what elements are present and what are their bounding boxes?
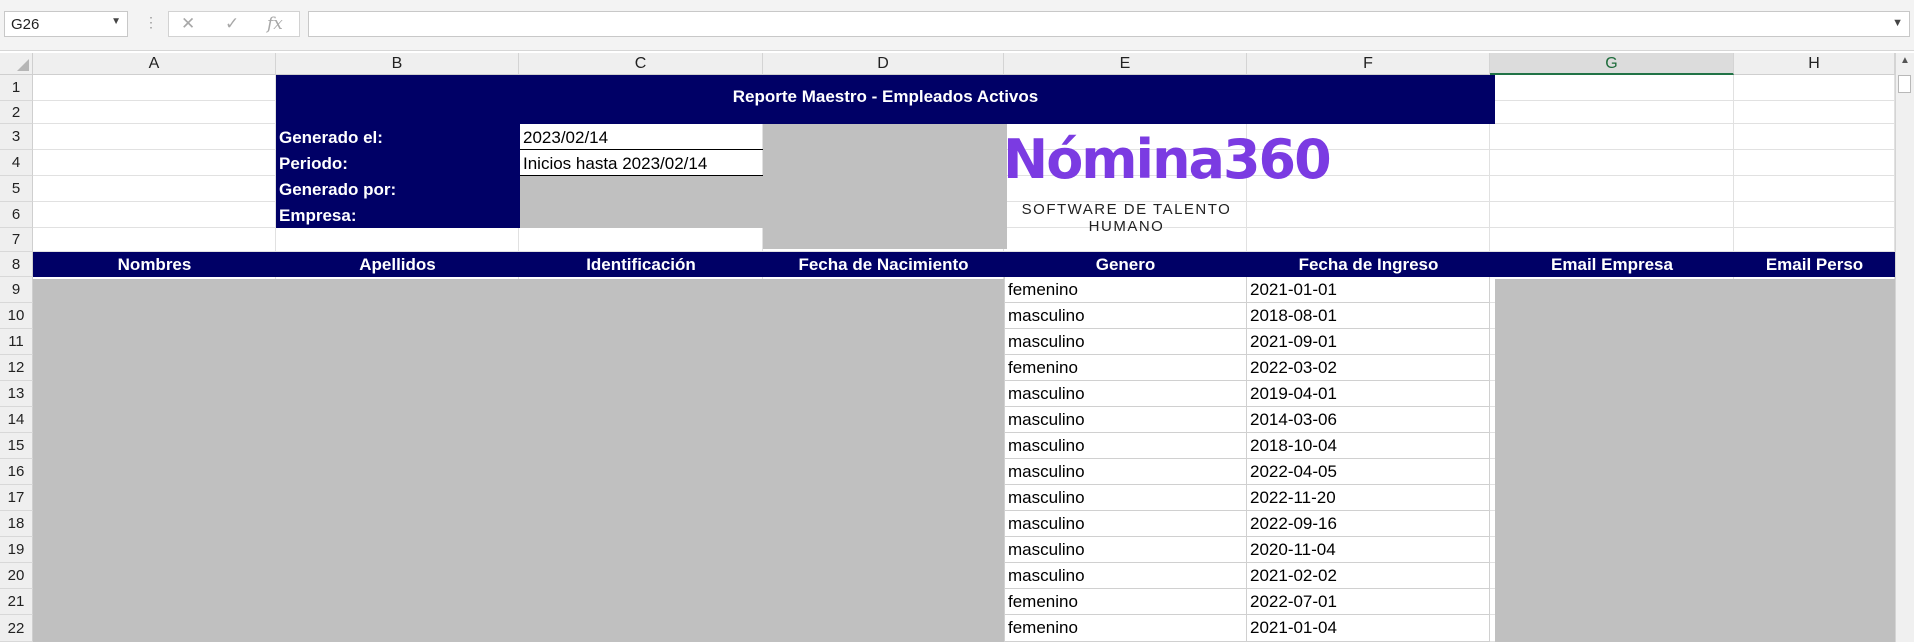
gender-cell[interactable]: femenino (1004, 277, 1247, 303)
hire-date-cell[interactable]: 2021-09-01 (1247, 329, 1490, 355)
column-header-a[interactable]: A (33, 53, 276, 75)
gender-cell[interactable]: masculino (1004, 407, 1247, 433)
hire-date-cell[interactable]: 2021-01-04 (1247, 615, 1490, 642)
hire-date-cell[interactable]: 2021-02-02 (1247, 563, 1490, 589)
table-header[interactable]: Nombres (33, 255, 276, 275)
row-header-6[interactable]: 6 (0, 202, 33, 228)
gender-cell[interactable]: masculino (1004, 381, 1247, 407)
hire-date-cell[interactable]: 2022-07-01 (1247, 589, 1490, 615)
hire-date-cell[interactable]: 2022-09-16 (1247, 511, 1490, 537)
column-header-e[interactable]: E (1004, 53, 1247, 75)
table-header[interactable]: Identificación (519, 255, 763, 275)
table-header[interactable]: Email Empresa (1490, 255, 1734, 275)
logo-wordmark: Nómina360 (1003, 128, 1332, 191)
vertical-scrollbar[interactable]: ▲ (1895, 53, 1914, 642)
row-header-9[interactable]: 9 (0, 277, 33, 303)
more-options-icon[interactable]: ⋮ (144, 14, 158, 31)
gender-cell[interactable]: femenino (1004, 615, 1247, 642)
hire-date-cell[interactable]: 2019-04-01 (1247, 381, 1490, 407)
row-header-18[interactable]: 18 (0, 511, 33, 537)
row-header-16[interactable]: 16 (0, 459, 33, 485)
column-header-c[interactable]: C (519, 53, 763, 75)
row-header-12[interactable]: 12 (0, 355, 33, 381)
row-header-11[interactable]: 11 (0, 329, 33, 355)
row-header-13[interactable]: 13 (0, 381, 33, 407)
redacted-image (763, 124, 1007, 249)
scroll-up-icon[interactable]: ▲ (1900, 55, 1910, 66)
gender-cell[interactable]: masculino (1004, 537, 1247, 563)
table-header[interactable]: Genero (1004, 255, 1247, 275)
row-header-2[interactable]: 2 (0, 101, 33, 124)
row-header-17[interactable]: 17 (0, 485, 33, 511)
row-header-19[interactable]: 19 (0, 537, 33, 563)
generated-on-value: 2023/02/14 (523, 128, 609, 147)
hire-date-cell[interactable]: 2022-03-02 (1247, 355, 1490, 381)
table-header[interactable]: Fecha de Nacimiento (763, 255, 1004, 275)
report-title: Reporte Maestro - Empleados Activos (732, 87, 1039, 106)
formula-input[interactable]: ▼ (308, 11, 1910, 37)
gender-cell[interactable]: masculino (1004, 563, 1247, 589)
company-label: Empresa: (279, 206, 357, 225)
period-label: Periodo: (279, 154, 348, 173)
fx-icon[interactable]: fx (267, 14, 283, 34)
redacted-employee-data (33, 279, 1004, 642)
generated-by-label: Generado por: (279, 180, 397, 199)
gender-cell[interactable]: masculino (1004, 511, 1247, 537)
gender-cell[interactable]: masculino (1004, 459, 1247, 485)
redacted-email-data (1495, 279, 1895, 642)
row-header-22[interactable]: 22 (0, 615, 33, 642)
row-header-20[interactable]: 20 (0, 563, 33, 589)
generated-on-label: Generado el: (279, 128, 383, 147)
logo-tagline: SOFTWARE DE TALENTO HUMANO (1021, 201, 1232, 235)
gender-cell[interactable]: masculino (1004, 485, 1247, 511)
table-header[interactable]: Email Perso (1734, 255, 1895, 275)
check-icon[interactable]: ✓ (225, 14, 239, 34)
row-header-4[interactable]: 4 (0, 150, 33, 176)
select-all-corner[interactable] (0, 53, 33, 75)
column-header-b[interactable]: B (276, 53, 519, 75)
gender-cell[interactable]: masculino (1004, 433, 1247, 459)
row-header-7[interactable]: 7 (0, 228, 33, 252)
hire-date-cell[interactable]: 2022-11-20 (1247, 485, 1490, 511)
row-header-21[interactable]: 21 (0, 589, 33, 615)
row-header-3[interactable]: 3 (0, 124, 33, 150)
hire-date-cell[interactable]: 2018-08-01 (1247, 303, 1490, 329)
column-header-h[interactable]: H (1734, 53, 1895, 75)
row-header-5[interactable]: 5 (0, 176, 33, 202)
column-header-f[interactable]: F (1247, 53, 1490, 75)
name-box[interactable]: G26 ▼ (4, 11, 128, 37)
period-value: Inicios hasta 2023/02/14 (523, 154, 708, 173)
row-header-10[interactable]: 10 (0, 303, 33, 329)
gender-cell[interactable]: masculino (1004, 329, 1247, 355)
hire-date-cell[interactable]: 2022-04-05 (1247, 459, 1490, 485)
hire-date-cell[interactable]: 2014-03-06 (1247, 407, 1490, 433)
redacted-generated-by-company (520, 176, 763, 228)
gender-cell[interactable]: masculino (1004, 303, 1247, 329)
close-icon[interactable]: ✕ (181, 14, 195, 34)
name-box-value: G26 (11, 16, 40, 33)
table-header[interactable]: Apellidos (276, 255, 519, 275)
row-header-15[interactable]: 15 (0, 433, 33, 459)
worksheet-grid[interactable]: Reporte Maestro - Empleados Activos Gene… (33, 75, 1895, 642)
scrollbar-thumb[interactable] (1898, 75, 1911, 93)
column-header-g[interactable]: G (1490, 53, 1734, 75)
table-header[interactable]: Fecha de Ingreso (1247, 255, 1490, 275)
hire-date-cell[interactable]: 2018-10-04 (1247, 433, 1490, 459)
hire-date-cell[interactable]: 2021-01-01 (1247, 277, 1490, 303)
row-header-1[interactable]: 1 (0, 75, 33, 101)
chevron-down-icon[interactable]: ▼ (111, 16, 121, 27)
hire-date-cell[interactable]: 2020-11-04 (1247, 537, 1490, 563)
column-header-d[interactable]: D (763, 53, 1004, 75)
chevron-down-icon[interactable]: ▼ (1892, 17, 1903, 29)
company-logo: Nómina360 SOFTWARE DE TALENTO HUMANO (1003, 125, 1332, 235)
formula-bar: G26 ▼ ⋮ ✕ ✓ fx ▼ (0, 0, 1914, 51)
gender-cell[interactable]: femenino (1004, 589, 1247, 615)
gender-cell[interactable]: femenino (1004, 355, 1247, 381)
row-header-8[interactable]: 8 (0, 252, 33, 277)
row-header-14[interactable]: 14 (0, 407, 33, 433)
formula-buttons: ✕ ✓ fx (168, 11, 300, 37)
